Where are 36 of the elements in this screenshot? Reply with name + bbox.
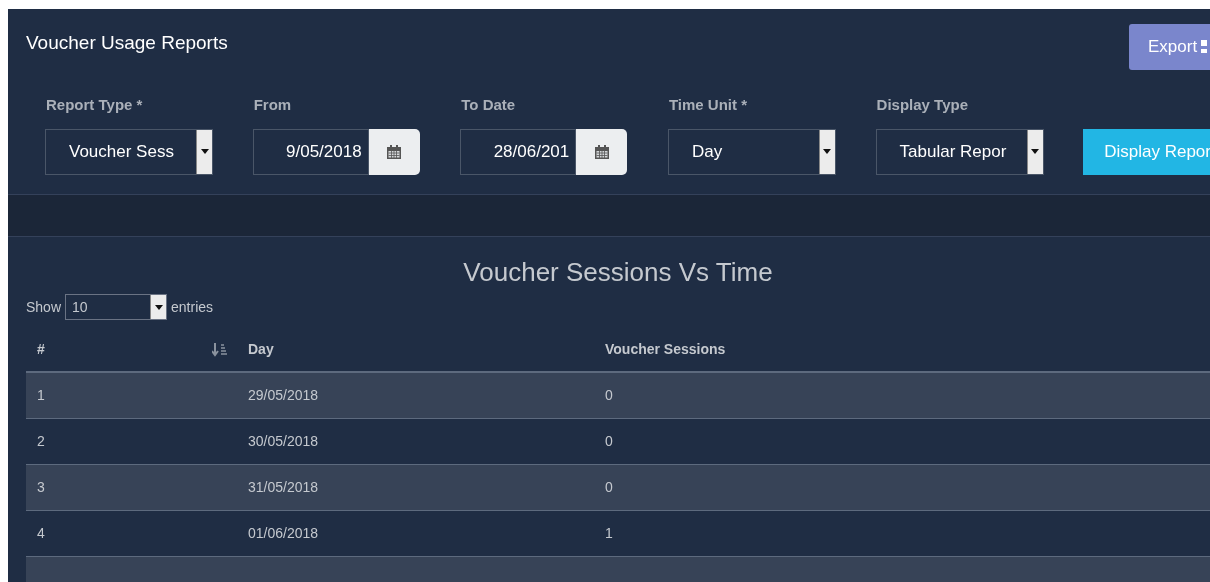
download-icon [1201,40,1208,54]
table-cell: 01/06/2018 [248,524,319,541]
field-label: To Date [461,95,517,115]
table-cell: 4 [37,524,45,541]
field-label: Display Type [876,95,969,115]
column-header[interactable]: Voucher Sessions [605,339,726,360]
date-field[interactable]: 9/05/2018 [252,128,369,175]
field-label: Time Unit * [668,95,748,115]
report-title: Voucher Sessions Vs Time [462,256,774,289]
date-field[interactable]: 28/06/201 [460,128,577,175]
table-cell: 1 [37,386,45,403]
field-label: Report Type * [46,95,144,115]
page-size-select[interactable]: 10 [65,294,168,320]
select-field[interactable]: Day [667,128,836,175]
column-header[interactable]: Day [248,339,274,360]
table-cell: 0 [605,386,613,403]
calendar-button[interactable] [368,128,420,175]
calendar-icon [594,144,609,159]
calendar-icon [387,144,402,159]
select-field[interactable]: Tabular Repor [875,128,1044,175]
table-cell: 0 [605,432,613,449]
table-cell: 31/05/2018 [248,478,319,495]
table-cell: 29/05/2018 [248,386,319,403]
calendar-button[interactable] [576,128,628,175]
table-cell: 30/05/2018 [248,432,319,449]
sort-icon[interactable] [212,342,228,357]
table-cell: 0 [605,478,613,495]
field-label: From [253,95,293,115]
page-title: Voucher Usage Reports [26,31,228,55]
entries-label: entries [171,297,214,317]
column-header[interactable]: # [37,339,45,360]
table-cell: 2 [37,432,45,449]
table-cell: 1 [605,524,613,541]
select-field[interactable]: Voucher Sess [45,128,213,175]
table-cell: 3 [37,478,45,495]
show-label: Show [26,297,62,317]
